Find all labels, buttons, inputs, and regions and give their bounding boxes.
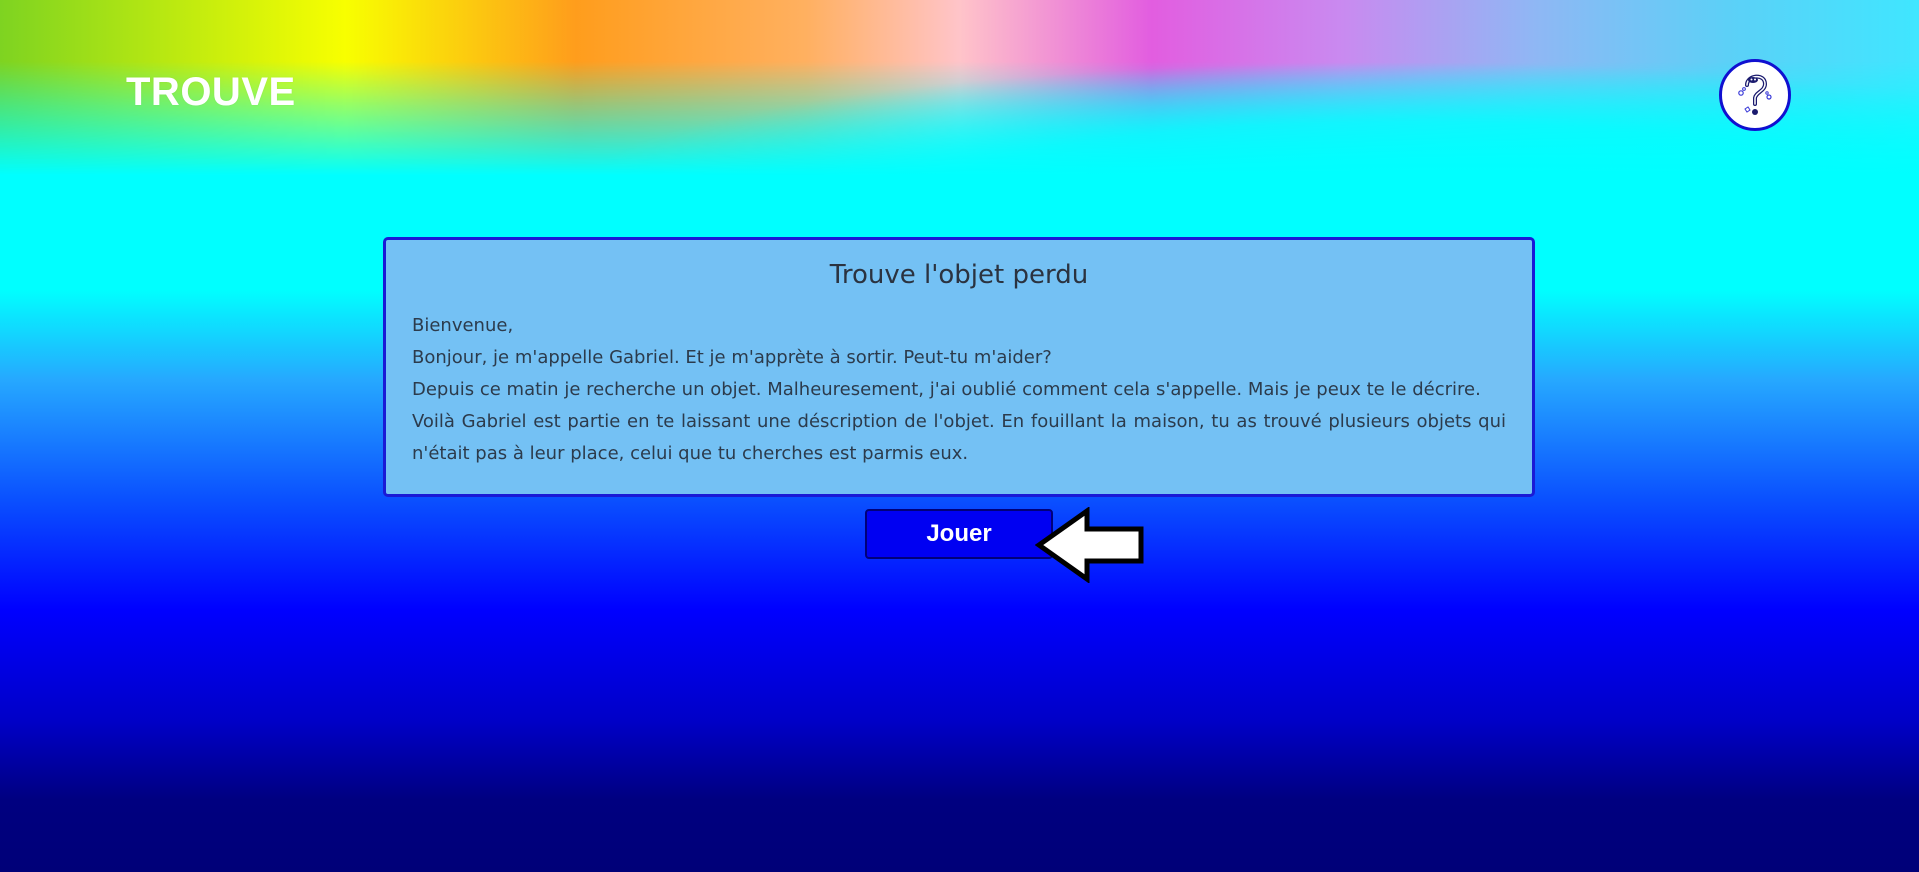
panel-paragraph-welcome: Bienvenue, — [412, 315, 514, 336]
left-arrow-icon — [1035, 507, 1144, 583]
panel-paragraph-story: Voilà Gabriel est partie en te laissant … — [412, 411, 1506, 464]
panel-paragraph-intro: Bonjour, je m'appelle Gabriel. Et je m'a… — [412, 347, 1052, 368]
panel-paragraph-search: Depuis ce matin je recherche un objet. M… — [412, 379, 1481, 400]
intro-panel: Trouve l'objet perdu Bienvenue, Bonjour,… — [383, 237, 1535, 497]
question-mark-icon — [1738, 74, 1772, 115]
brand-title: TROUVE — [126, 70, 296, 114]
help-button[interactable] — [1719, 59, 1791, 131]
play-button[interactable]: Jouer — [865, 509, 1053, 559]
panel-title: Trouve l'objet perdu — [829, 260, 1089, 290]
